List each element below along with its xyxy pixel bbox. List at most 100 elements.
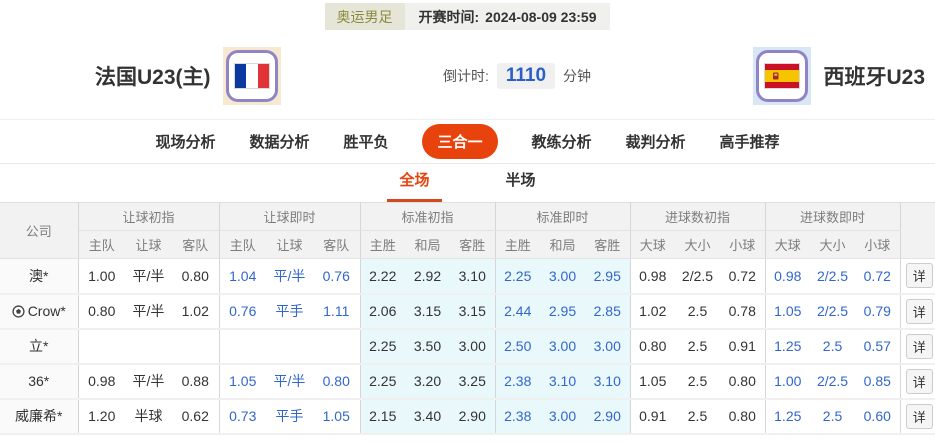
odds-cell: 3.50: [405, 328, 450, 365]
odds-cell: 0.80: [720, 398, 766, 435]
nav-tab-4[interactable]: 教练分析: [532, 131, 592, 152]
sub-header-4-1: 大小: [675, 230, 720, 259]
nav-tab-2[interactable]: 胜平负: [343, 131, 388, 152]
home-team: 法国U23(主): [95, 46, 281, 105]
france-flag-icon: [233, 62, 270, 89]
odds-cell: 0.76: [313, 258, 360, 295]
odds-cell: 3.00: [540, 328, 585, 365]
odds-cell: 平/半: [125, 258, 172, 295]
detail-button[interactable]: 详: [905, 403, 933, 429]
odds-cell: 2.38: [494, 363, 540, 400]
odds-cell: 2.5: [810, 328, 856, 365]
odds-cell: 0.98: [764, 258, 811, 295]
odds-cell: 2.5: [675, 293, 720, 330]
company-cell-2: 立*: [0, 328, 79, 365]
countdown-label: 倒计时:: [442, 67, 489, 84]
nav-tab-3[interactable]: 三合一: [422, 124, 498, 159]
odds-cell: 2.5: [675, 328, 720, 365]
table-group-header-row: 公司 让球初指 让球即时 标准初指 标准即时 进球数初指 进球数即时: [0, 202, 935, 259]
sub-header-5-1: 大小: [810, 230, 856, 259]
away-flag-tile: [753, 46, 812, 105]
odds-cell: 1.04: [218, 258, 266, 295]
odds-cell: 2/2.5: [810, 363, 856, 400]
detail-button[interactable]: 详: [905, 263, 933, 289]
countdown: 倒计时: 1110 分钟: [281, 62, 754, 89]
odds-cell: 1.20: [77, 398, 125, 435]
detail-button[interactable]: 详: [905, 298, 933, 324]
sub-header-2-2: 客胜: [450, 230, 495, 259]
detail-cell-0: 详: [899, 258, 935, 295]
odds-cell: 0.72: [720, 258, 766, 295]
odds-cell: 2.50: [494, 328, 540, 365]
sub-tab-0[interactable]: 全场: [387, 169, 442, 202]
sub-header-4-0: 大球: [629, 230, 675, 259]
nav-tab-0[interactable]: 现场分析: [155, 131, 215, 152]
sub-header-1-1: 让球: [266, 230, 313, 259]
odds-cell: 平手: [266, 293, 313, 330]
odds-cell: 2.90: [585, 398, 630, 435]
odds-cell: 3.00: [585, 328, 630, 365]
odds-cell: 1.00: [77, 258, 125, 295]
odds-cell: 2.22: [359, 258, 405, 295]
detail-cell-2: 详: [899, 328, 935, 365]
odds-cell: 2.44: [494, 293, 540, 330]
sub-header-1-0: 主队: [218, 230, 266, 259]
sub-header-5-0: 大球: [764, 230, 811, 259]
odds-cell: 0.80: [313, 363, 360, 400]
sub-tabs: 全场 半场: [0, 164, 935, 202]
odds-cell: 平/半: [125, 293, 172, 330]
kickoff-strip: 奥运男足 开赛时间: 2024-08-09 23:59: [0, 0, 935, 32]
odds-cell: 平/半: [266, 363, 313, 400]
detail-column-header: [899, 202, 935, 259]
detail-cell-3: 详: [899, 363, 935, 400]
odds-table-body: 澳* 1.00 平/半 0.80 1.04 平/半 0.76 2.22 2.92 3.10 2.25…: [0, 258, 935, 435]
nav-tab-1[interactable]: 数据分析: [249, 131, 309, 152]
table-row: 澳* 1.00 平/半 0.80 1.04 平/半 0.76 2.22 2.92 3.10 2.25…: [0, 258, 935, 295]
company-cell-3: 36*: [0, 363, 79, 400]
odds-cell: 3.10: [585, 363, 630, 400]
odds-cell: 0.85: [855, 363, 901, 400]
sub-header-3-0: 主胜: [494, 230, 540, 259]
odds-cell: 2.5: [675, 363, 720, 400]
sub-header-4-2: 小球: [720, 230, 766, 259]
group-header-0: 让球初指: [77, 202, 219, 231]
odds-cell: 0.91: [720, 328, 766, 365]
odds-cell: 2.90: [450, 398, 495, 435]
odds-cell: [218, 328, 266, 365]
odds-cell: 3.00: [450, 328, 495, 365]
odds-cell: 1.05: [764, 293, 811, 330]
detail-button[interactable]: 详: [905, 368, 933, 394]
odds-cell: 0.62: [172, 398, 219, 435]
odds-cell: 1.25: [764, 328, 811, 365]
nav-tab-5[interactable]: 裁判分析: [626, 131, 686, 152]
sub-header-2-1: 和局: [405, 230, 450, 259]
company-column-header: 公司: [0, 202, 79, 259]
company-cell-0: 澳*: [0, 258, 79, 295]
odds-cell: 3.40: [405, 398, 450, 435]
odds-cell: 2.25: [359, 328, 405, 365]
odds-cell: 1.11: [313, 293, 360, 330]
odds-cell: 0.72: [855, 258, 901, 295]
detail-button[interactable]: 详: [905, 333, 933, 359]
kickoff-time: 2024-08-09 23:59: [485, 8, 597, 25]
nav-tab-6[interactable]: 高手推荐: [720, 131, 780, 152]
odds-cell: 3.10: [450, 258, 495, 295]
odds-table: 公司 让球初指 让球即时 标准初指 标准即时 进球数初指 进球数即时 主队 让球 客队 主队 让球…: [0, 202, 935, 435]
odds-cell: 3.25: [450, 363, 495, 400]
odds-cell: 2/2.5: [810, 258, 856, 295]
odds-cell: 2.06: [359, 293, 405, 330]
away-team-name: 西班牙U23: [823, 65, 925, 89]
group-header-2: 标准初指: [359, 202, 495, 231]
odds-cell: 0.73: [218, 398, 266, 435]
sub-header-5-2: 小球: [855, 230, 901, 259]
sub-tab-1[interactable]: 半场: [494, 169, 548, 202]
league-badge: 奥运男足: [324, 3, 405, 30]
countdown-unit: 分钟: [563, 67, 592, 84]
sub-header-2-0: 主胜: [359, 230, 405, 259]
odds-cell: 0.78: [720, 293, 766, 330]
odds-cell: 3.20: [405, 363, 450, 400]
sub-header-0-1: 让球: [125, 230, 172, 259]
odds-cell: 3.15: [450, 293, 495, 330]
odds-cell: 1.00: [764, 363, 811, 400]
odds-cell: [77, 328, 125, 365]
